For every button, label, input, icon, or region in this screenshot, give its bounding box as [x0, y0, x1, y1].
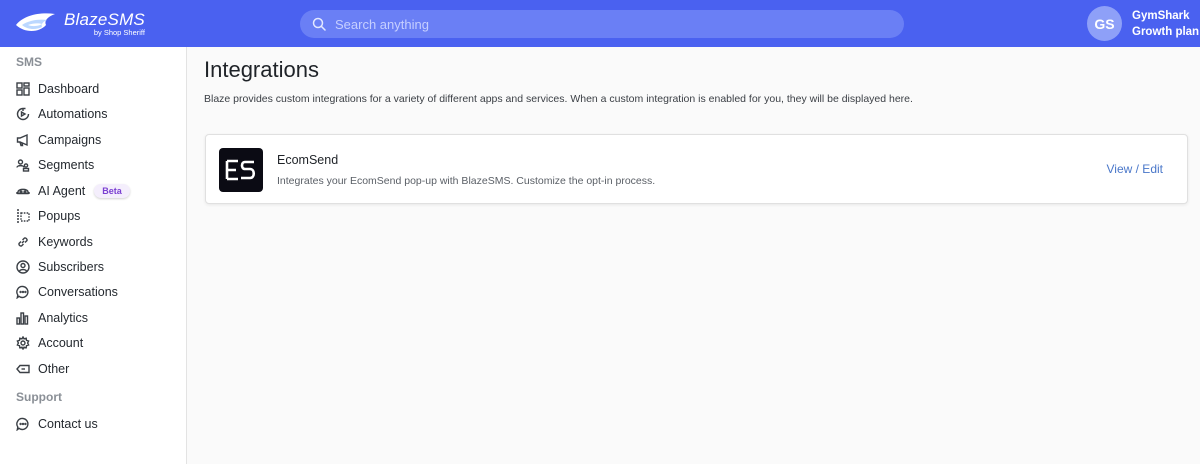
sidebar: SMS Dashboard Automations Campaigns Segm…	[0, 47, 187, 464]
sidebar-item-dashboard[interactable]: Dashboard	[16, 79, 99, 99]
tag-icon	[16, 364, 30, 374]
automations-icon	[16, 107, 30, 121]
brand-title: BlazeSMS	[64, 10, 145, 30]
search-input[interactable]	[335, 16, 875, 32]
chat-bubble-icon	[16, 417, 29, 431]
avatar[interactable]: GS	[1087, 6, 1122, 41]
sidebar-item-keywords[interactable]: Keywords	[16, 232, 93, 252]
popup-icon	[17, 209, 30, 223]
integration-card-ecomsend: EcomSend Integrates your EcomSend pop-up…	[205, 134, 1188, 204]
account-plan: Growth plan	[1132, 26, 1200, 38]
megaphone-icon	[16, 133, 28, 147]
page-title: Integrations	[204, 57, 319, 82]
integration-description: Integrates your EcomSend pop-up with Bla…	[277, 175, 656, 187]
sidebar-item-popups[interactable]: Popups	[16, 206, 80, 226]
user-circle-icon	[16, 260, 30, 274]
view-edit-link[interactable]: View / Edit	[1107, 162, 1163, 176]
sidebar-item-label: Automations	[38, 107, 108, 121]
sidebar-item-label: AI Agent	[38, 184, 86, 198]
flame-logo-icon	[16, 13, 55, 32]
dashboard-icon	[16, 82, 30, 96]
top-header: BlazeSMS by Shop Sheriff GS GymShark Gro…	[0, 0, 1200, 47]
bar-chart-icon	[16, 312, 29, 325]
sidebar-item-subscribers[interactable]: Subscribers	[16, 257, 104, 277]
sidebar-item-conversations[interactable]: Conversations	[16, 282, 118, 302]
sidebar-item-ai-agent[interactable]: AI Agent Beta	[16, 181, 130, 201]
sidebar-item-account[interactable]: Account	[16, 333, 83, 353]
sidebar-item-label: Popups	[38, 209, 81, 223]
sidebar-item-label: Campaigns	[38, 133, 102, 147]
sidebar-item-label: Contact us	[38, 417, 98, 431]
sidebar-section-support: Support	[16, 390, 62, 404]
beta-badge: Beta	[94, 184, 130, 198]
brand-logo[interactable]: BlazeSMS by Shop Sheriff	[14, 8, 154, 40]
segments-icon	[16, 159, 30, 172]
sidebar-item-contact-us[interactable]: Contact us	[16, 414, 98, 434]
sidebar-item-label: Conversations	[38, 285, 118, 299]
search-icon	[312, 17, 326, 31]
account-info[interactable]: GymShark Growth plan	[1132, 8, 1199, 40]
account-name: GymShark	[1132, 10, 1190, 22]
sidebar-item-label: Segments	[38, 158, 95, 172]
sidebar-item-analytics[interactable]: Analytics	[16, 308, 88, 328]
sidebar-item-label: Other	[38, 362, 70, 376]
sidebar-item-label: Account	[38, 336, 84, 350]
ai-agent-icon	[16, 188, 30, 195]
sidebar-item-automations[interactable]: Automations	[16, 104, 107, 124]
sidebar-item-label: Subscribers	[38, 260, 104, 274]
chat-bubble-icon	[16, 285, 29, 299]
sidebar-item-segments[interactable]: Segments	[16, 155, 94, 175]
search-bar[interactable]	[300, 10, 904, 38]
sidebar-item-label: Dashboard	[38, 82, 100, 96]
gear-icon	[16, 336, 30, 350]
sidebar-item-other[interactable]: Other	[16, 359, 69, 379]
sidebar-section-sms: SMS	[16, 55, 43, 69]
page-description: Blaze provides custom integrations for a…	[204, 93, 913, 105]
ecomsend-logo-icon	[219, 148, 263, 192]
sidebar-item-label: Analytics	[38, 311, 89, 325]
sidebar-item-campaigns[interactable]: Campaigns	[16, 130, 101, 150]
link-icon	[18, 237, 28, 247]
brand-subtitle: by Shop Sheriff	[93, 28, 145, 38]
integration-name: EcomSend	[277, 153, 339, 167]
sidebar-item-label: Keywords	[38, 235, 93, 249]
